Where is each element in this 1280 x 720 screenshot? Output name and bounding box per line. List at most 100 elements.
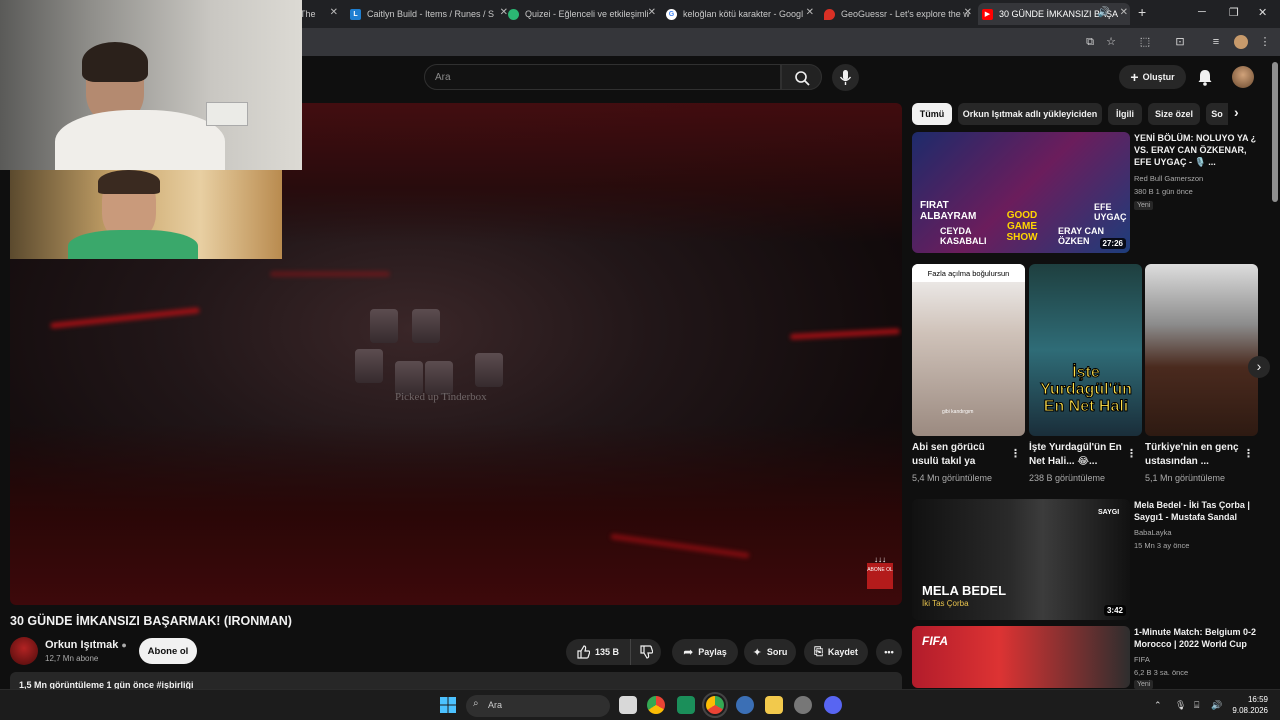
recommendation-thumbnail[interactable]: FIFA: [912, 626, 1130, 688]
short-card[interactable]: [1145, 264, 1258, 436]
chip-all[interactable]: Tümü: [912, 103, 952, 125]
recommendation-meta: 380 B 1 gün önce: [1134, 187, 1193, 196]
dislike-button[interactable]: [630, 639, 661, 665]
ask-button[interactable]: ✦ Soru: [744, 639, 796, 665]
search-button[interactable]: [781, 64, 822, 90]
screen: The ✕ L Caitlyn Build - Items / Runes / …: [0, 0, 1280, 720]
install-app-icon[interactable]: ⧉: [1083, 35, 1097, 49]
short-card[interactable]: Fazla açılma boğulursun gibi kandırgım: [912, 264, 1025, 436]
share-button[interactable]: ➦ Paylaş: [672, 639, 738, 665]
kebab-icon[interactable]: ⋮: [1010, 447, 1021, 460]
tab-favicon-icon: L: [350, 8, 361, 20]
short-card[interactable]: İşte Yurdagül'ün En Net Hali: [1029, 264, 1142, 436]
chip-related[interactable]: İlgili: [1108, 103, 1142, 125]
channel-name[interactable]: Orkun Işıtmak ●: [45, 639, 127, 651]
microphone-icon[interactable]: 🎙: [1175, 700, 1186, 711]
recommendation-channel[interactable]: FIFA: [1134, 654, 1150, 666]
close-icon[interactable]: ✕: [648, 7, 656, 18]
short-title[interactable]: Abi sen görücü usulü takıl ya: [912, 441, 1012, 469]
tab-5-active[interactable]: ▶ 30 GÜNDE İMKANSIZI BAŞA 🔊 ✕: [978, 3, 1130, 25]
tab-0[interactable]: The ✕: [300, 3, 340, 25]
sparkle-icon: ✦: [752, 646, 762, 659]
windows-start-icon[interactable]: [440, 697, 456, 713]
tab-4[interactable]: GeoGuessr - Let's explore the w ✕: [824, 3, 974, 25]
chevron-right-icon[interactable]: ›: [1234, 104, 1239, 120]
system-clock[interactable]: 16:59 9.08.2026: [1228, 694, 1268, 716]
close-window-button[interactable]: ✕: [1258, 6, 1267, 19]
duration-badge: 3:42: [1103, 605, 1126, 616]
subscribe-watermark[interactable]: ↓↓↓ ABONE OL: [867, 556, 893, 589]
close-icon[interactable]: ✕: [330, 7, 338, 18]
short-title[interactable]: İşte Yurdagül'ün En Net Hali... 😂...: [1029, 441, 1129, 469]
google-icon: G: [666, 8, 677, 20]
microphone-icon: [839, 70, 852, 85]
tab-1[interactable]: L Caitlyn Build - Items / Runes / S ✕: [350, 3, 510, 25]
search-input[interactable]: Ara: [424, 64, 781, 90]
network-icon[interactable]: ⌸: [1194, 700, 1199, 711]
save-button[interactable]: ⎘ Kaydet: [804, 639, 868, 665]
thumbs-down-icon: [640, 645, 653, 659]
close-icon[interactable]: ✕: [964, 7, 972, 18]
task-view-icon[interactable]: [619, 696, 637, 714]
close-icon[interactable]: ✕: [500, 7, 508, 18]
tab-3[interactable]: G keloğlan kötü karakter - Googl ✕: [666, 3, 816, 25]
search-icon: [795, 71, 810, 86]
recommendation-channel[interactable]: Red Bull Gamerszon: [1134, 173, 1203, 185]
cast-icon[interactable]: ⊡: [1173, 35, 1187, 49]
recommendation-thumbnail[interactable]: MELA BEDEL İki Tas Çorba SAYGI 3:42: [912, 499, 1130, 620]
shorts-next-button[interactable]: ›: [1248, 356, 1270, 378]
chrome-active-icon[interactable]: [702, 692, 728, 718]
kebab-icon[interactable]: ⋮: [1126, 447, 1137, 460]
recommendation-title[interactable]: Mela Bedel - İki Tas Çorba | Saygı1 - Mu…: [1134, 499, 1260, 525]
speaker-icon[interactable]: 🔊: [1098, 7, 1110, 18]
kebab-icon[interactable]: ⋮: [1243, 447, 1254, 460]
extensions-icon[interactable]: ⬚: [1138, 35, 1152, 49]
steam-icon[interactable]: [794, 696, 812, 714]
chip-for-you[interactable]: Size özel: [1148, 103, 1200, 125]
notifications-bell-icon[interactable]: [1196, 68, 1214, 86]
app-icon[interactable]: [765, 696, 783, 714]
bookmark-star-icon[interactable]: ☆: [1104, 35, 1118, 49]
subscribe-button[interactable]: Abone ol: [139, 638, 197, 664]
share-arrow-icon: ➦: [683, 645, 694, 659]
search-icon: ⌕: [473, 698, 479, 709]
file-app-icon[interactable]: [677, 696, 695, 714]
app-icon[interactable]: [736, 696, 754, 714]
more-horizontal-icon: •••: [884, 647, 894, 657]
recommendation-channel[interactable]: BabaLayka: [1134, 527, 1172, 539]
webcam-overlay-top: [0, 0, 302, 170]
reading-list-icon[interactable]: ≡: [1209, 35, 1223, 49]
channel-avatar[interactable]: [10, 637, 38, 665]
verified-icon: ●: [121, 640, 127, 650]
recommendation-title[interactable]: YENİ BÖLÜM: NOLUYO YA ¿ VS. ERAY CAN ÖZK…: [1134, 132, 1262, 170]
tab-favicon-icon: [508, 8, 519, 20]
account-avatar[interactable]: [1232, 66, 1254, 88]
close-icon[interactable]: ✕: [1120, 7, 1128, 18]
chrome-icon[interactable]: [647, 696, 665, 714]
profile-avatar[interactable]: [1234, 35, 1248, 49]
page-scrollbar[interactable]: [1272, 62, 1278, 202]
chevron-up-icon[interactable]: ⌃: [1154, 700, 1162, 711]
close-icon[interactable]: ✕: [806, 7, 814, 18]
more-actions-button[interactable]: •••: [876, 639, 902, 665]
video-title: 30 GÜNDE İMKANSIZI BAŞARMAK! (IRONMAN): [10, 614, 292, 628]
maximize-button[interactable]: ❐: [1229, 6, 1239, 19]
description-box[interactable]: 1,5 Mn görüntüleme 1 gün önce #işbirliği: [10, 672, 902, 690]
short-views: 238 B görüntüleme: [1029, 473, 1106, 483]
chip-more[interactable]: So: [1206, 103, 1228, 125]
chip-from-uploader[interactable]: Orkun Işıtmak adlı yükleyiciden: [958, 103, 1102, 125]
voice-search-button[interactable]: [832, 64, 859, 91]
discord-icon[interactable]: [824, 696, 842, 714]
short-title[interactable]: Türkiye'nin en genç ustasından ...: [1145, 441, 1245, 469]
recommendation-title[interactable]: 1-Minute Match: Belgium 0-2 Morocco | 20…: [1134, 626, 1262, 652]
minimize-button[interactable]: ─: [1198, 6, 1206, 18]
create-button[interactable]: + Oluştur: [1119, 65, 1186, 89]
new-tab-button[interactable]: +: [1138, 4, 1146, 20]
menu-kebab-icon[interactable]: ⋮: [1258, 35, 1272, 49]
duration-badge: 27:26: [1099, 238, 1126, 249]
taskbar-search[interactable]: ⌕ Ara: [466, 695, 610, 717]
volume-icon[interactable]: 🔊: [1211, 700, 1222, 711]
recommendation-thumbnail[interactable]: FIRAT ALBAYRAM CEYDA KASABALI GOOD GAME …: [912, 132, 1130, 253]
webcam-overlay-bottom: [10, 170, 282, 259]
tab-2[interactable]: Quizei - Eğlenceli ve etkileşimli ✕: [508, 3, 658, 25]
